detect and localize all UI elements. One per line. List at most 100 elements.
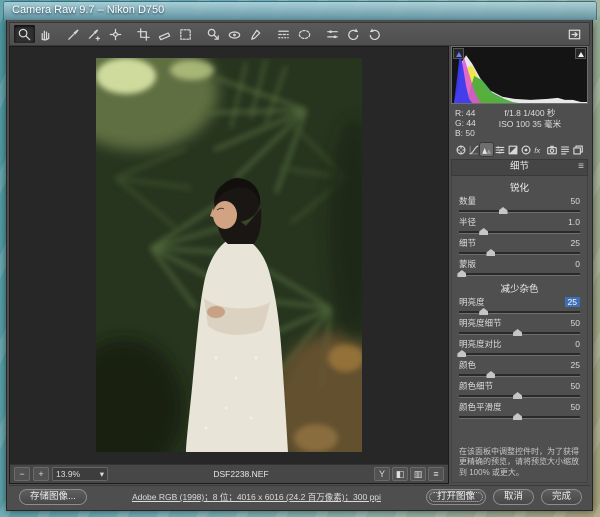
tab-basic[interactable] — [454, 143, 467, 156]
rgb-readout: R: 44 G: 44 B: 50 — [455, 108, 476, 138]
slider-row: 颜色细节50 — [459, 381, 580, 400]
tab-snapshots[interactable] — [572, 143, 585, 156]
straighten-tool[interactable] — [154, 25, 175, 43]
slider-value[interactable]: 50 — [571, 196, 580, 206]
workflow-options-link[interactable]: Adobe RGB (1998)；8 位；4016 x 6016 (24.2 百… — [87, 491, 426, 503]
slider-track[interactable] — [459, 349, 580, 358]
slider-value[interactable]: 25 — [571, 238, 580, 248]
photo-image — [96, 58, 362, 452]
highlight-clipping-indicator[interactable] — [575, 48, 586, 59]
slider-row: 数量50 — [459, 196, 580, 215]
red-eye-tool[interactable] — [224, 25, 245, 43]
image-canvas[interactable] — [10, 47, 448, 465]
panel-body: 锐化数量50半径1.0细节25蒙版0减少杂色明亮度25明亮度细节50明亮度对比0… — [451, 176, 588, 483]
done-button[interactable]: 完成 — [541, 489, 582, 505]
zoom-out-button[interactable]: − — [14, 467, 30, 481]
transform-icon — [178, 27, 193, 42]
toolbar — [9, 22, 590, 46]
before-after-left-button[interactable]: ◧ — [392, 467, 408, 481]
slider-value[interactable]: 25 — [571, 360, 580, 370]
slider-value[interactable]: 1.0 — [568, 217, 580, 227]
adjustment-brush-tool[interactable] — [245, 25, 266, 43]
slider-thumb[interactable] — [513, 329, 522, 336]
slider-thumb[interactable] — [513, 413, 522, 420]
tab-lens-corrections[interactable] — [520, 143, 533, 156]
targeted-adjustment-tool[interactable] — [105, 25, 126, 43]
slider-value[interactable]: 0 — [575, 259, 580, 269]
slider-row: 蒙版0 — [459, 259, 580, 278]
spot-removal-tool[interactable] — [203, 25, 224, 43]
split-toning-icon — [507, 144, 519, 156]
tab-detail[interactable] — [480, 143, 493, 156]
panel-menu-icon[interactable]: ≡ — [578, 160, 584, 174]
slider-track[interactable] — [459, 227, 580, 236]
preview-toggle-button[interactable]: Y — [374, 467, 390, 481]
camera-info: R: 44 G: 44 B: 50 f/1.8 1/400 秒 ISO 100 … — [449, 104, 590, 140]
target-icon — [108, 27, 123, 42]
hand-tool[interactable] — [35, 25, 56, 43]
slider-track[interactable] — [459, 248, 580, 257]
spot-icon — [206, 27, 221, 42]
cancel-button[interactable]: 取消 — [493, 489, 534, 505]
slider-thumb[interactable] — [457, 270, 466, 277]
before-after-split-button[interactable]: ▥ — [410, 467, 426, 481]
svg-text:fx: fx — [534, 146, 541, 155]
slider-thumb[interactable] — [499, 207, 508, 214]
save-image-button[interactable]: 存储图像... — [19, 489, 87, 505]
rotate-left-tool[interactable] — [343, 25, 364, 43]
slider-thumb[interactable] — [513, 392, 522, 399]
slider-value[interactable]: 50 — [571, 318, 580, 328]
crop-tool[interactable] — [133, 25, 154, 43]
open-image-button[interactable]: 打开图像 — [426, 489, 486, 505]
window-titlebar[interactable]: Camera Raw 9.7 – Nikon D750 — [3, 1, 597, 20]
slider-thumb[interactable] — [479, 308, 488, 315]
tab-camera-calibration[interactable] — [546, 143, 559, 156]
tab-presets[interactable] — [559, 143, 572, 156]
zoom-in-button[interactable]: + — [33, 467, 49, 481]
transform-tool[interactable] — [175, 25, 196, 43]
basic-icon — [455, 144, 467, 156]
slider-value[interactable]: 50 — [571, 402, 580, 412]
rotate-right-tool[interactable] — [364, 25, 385, 43]
graduated-filter-tool[interactable] — [273, 25, 294, 43]
slider-track[interactable] — [459, 412, 580, 421]
panel-tabs: fx — [449, 140, 590, 158]
tab-tone-curve[interactable] — [467, 143, 480, 156]
preview-controls: Y◧▥≡ — [374, 467, 444, 481]
slider-thumb[interactable] — [479, 228, 488, 235]
white-balance-tool[interactable] — [63, 25, 84, 43]
slider-track[interactable] — [459, 370, 580, 379]
preferences-tool[interactable] — [322, 25, 343, 43]
slider-track[interactable] — [459, 269, 580, 278]
window-title: Camera Raw 9.7 – Nikon D750 — [12, 4, 164, 16]
slider-track[interactable] — [459, 307, 580, 316]
radial-filter-tool[interactable] — [294, 25, 315, 43]
shadow-clipping-indicator[interactable] — [453, 48, 464, 59]
slider-track[interactable] — [459, 391, 580, 400]
presets-icon — [559, 144, 571, 156]
slider-thumb[interactable] — [486, 249, 495, 256]
histogram-chart — [452, 47, 587, 103]
filename-label: DSF2238.NEF — [111, 469, 371, 479]
radial-icon — [297, 27, 312, 42]
slider-thumb[interactable] — [486, 371, 495, 378]
slider-track[interactable] — [459, 328, 580, 337]
slider-value[interactable]: 50 — [571, 381, 580, 391]
zoom-level-select[interactable]: 13.9% ▾ — [52, 467, 108, 481]
tab-hsl-grayscale[interactable] — [493, 143, 506, 156]
zoom-tool[interactable] — [14, 25, 35, 43]
tab-effects[interactable]: fx — [533, 143, 546, 156]
slider-row: 半径1.0 — [459, 217, 580, 236]
straighten-icon — [157, 27, 172, 42]
histogram — [451, 46, 588, 104]
color-sampler-tool[interactable] — [84, 25, 105, 43]
rgb-r: R: 44 — [455, 108, 476, 118]
slider-value[interactable]: 0 — [575, 339, 580, 349]
preview-settings-menu-button[interactable]: ≡ — [428, 467, 444, 481]
slider-value[interactable]: 25 — [565, 297, 580, 307]
slider-track[interactable] — [459, 206, 580, 215]
rgb-g: G: 44 — [455, 118, 476, 128]
toggle-fullscreen-button[interactable] — [564, 25, 585, 43]
tab-split-toning[interactable] — [506, 143, 519, 156]
slider-thumb[interactable] — [457, 350, 466, 357]
